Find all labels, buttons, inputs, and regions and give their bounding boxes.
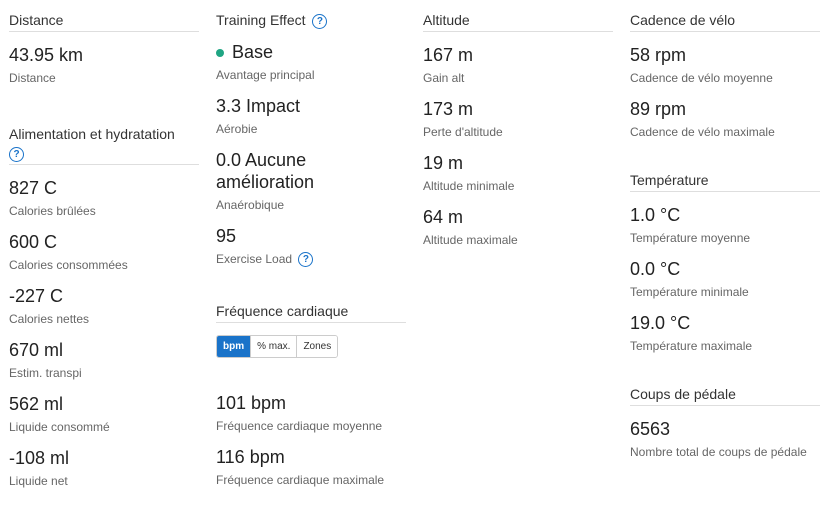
avg-cadence-value: 58 rpm (630, 45, 687, 65)
total-pedal-strokes-value: 6563 (630, 419, 671, 439)
column-1: Distance 43.95 km Distance Alimentation … (9, 0, 199, 489)
max-heart-rate-label: Fréquence cardiaque maximale (216, 473, 385, 488)
toggle-bpm[interactable]: bpm (217, 336, 251, 358)
min-altitude-value: 19 m (423, 153, 464, 173)
calories-burned-label: Calories brûlées (9, 203, 96, 218)
aerobic-value: 3.3 Impact (216, 96, 301, 116)
primary-benefit-text: Base (232, 42, 274, 62)
training-effect-title: Training Effect ? (216, 0, 406, 31)
distance-stat: 43.95 km Distance (9, 44, 199, 86)
net-fluid-value: -108 ml (9, 447, 70, 468)
min-temperature-label: Température minimale (630, 285, 749, 299)
min-temperature-stat: 0.0 °C Température minimale (630, 258, 820, 300)
elevation-gain-label: Gain alt (423, 71, 465, 85)
max-temperature-stat: 19.0 °C Température maximale (630, 312, 820, 354)
calories-consumed-label: Calories consommées (9, 257, 128, 272)
help-icon[interactable]: ? (312, 13, 328, 29)
help-icon[interactable]: ? (298, 252, 314, 268)
aerobic-label: Aérobie (216, 122, 258, 136)
heart-rate-unit-toggle: bpm % max. Zones (216, 335, 339, 359)
min-altitude-label: Altitude minimale (423, 179, 515, 193)
pedal-strokes-section-title: Coups de pédale (630, 374, 820, 406)
max-altitude-stat: 64 m Altitude maximale (423, 206, 613, 248)
avg-cadence-label: Cadence de vélo moyenne (630, 71, 773, 85)
max-altitude-label: Altitude maximale (423, 233, 518, 247)
exercise-load-stat: 95 Exercise Load ? (216, 225, 406, 268)
max-altitude-value: 64 m (423, 207, 464, 227)
exercise-load-value: 95 (216, 226, 237, 246)
max-cadence-label: Cadence de vélo maximale (630, 125, 775, 139)
distance-value: 43.95 km (9, 45, 84, 65)
max-heart-rate-stat: 116 bpm Fréquence cardiaque maximale (216, 446, 406, 488)
avg-cadence-stat: 58 rpm Cadence de vélo moyenne (630, 44, 820, 86)
fluid-consumed-stat: 562 ml Liquide consommé (9, 393, 199, 435)
net-calories-value: -227 C (9, 285, 64, 306)
column-3: Altitude 167 m Gain alt 173 m Perte d'al… (423, 0, 613, 248)
calories-consumed-stat: 600 C Calories consommées (9, 231, 199, 273)
exercise-load-label: Exercise Load ? (216, 251, 406, 268)
distance-section-title: Distance (9, 0, 199, 32)
avg-heart-rate-value: 101 bpm (216, 393, 287, 414)
fluid-consumed-value: 562 ml (9, 393, 64, 414)
max-cadence-value: 89 rpm (630, 99, 687, 119)
net-calories-label: Calories nettes (9, 311, 90, 326)
primary-benefit-label: Avantage principal (216, 68, 315, 82)
sweat-estimate-label: Estim. transpi (9, 365, 82, 380)
elevation-loss-label: Perte d'altitude (423, 125, 503, 139)
column-2: Training Effect ? Base Avantage principa… (216, 0, 406, 488)
cadence-section-title: Cadence de vélo (630, 0, 820, 32)
anaerobic-value: 0.0 Aucune amélioration (216, 150, 315, 192)
elevation-loss-value: 173 m (423, 99, 474, 119)
heart-rate-section-title: Fréquence cardiaque (216, 291, 406, 324)
aerobic-stat: 3.3 Impact Aérobie (216, 95, 406, 137)
net-fluid-stat: -108 ml Liquide net (9, 447, 199, 489)
total-pedal-strokes-stat: 6563 Nombre total de coups de pédale (630, 418, 820, 460)
max-temperature-label: Température maximale (630, 339, 753, 353)
sweat-estimate-stat: 670 ml Estim. transpi (9, 339, 199, 381)
nutrition-section-title: Alimentation et hydratation ? (9, 114, 199, 165)
max-heart-rate-value: 116 bpm (216, 447, 285, 468)
elevation-loss-stat: 173 m Perte d'altitude (423, 98, 613, 140)
status-dot (216, 49, 224, 58)
avg-temperature-stat: 1.0 °C Température moyenne (630, 204, 820, 246)
elevation-gain-stat: 167 m Gain alt (423, 44, 613, 86)
training-effect-title-text: Training Effect (216, 12, 306, 28)
min-altitude-stat: 19 m Altitude minimale (423, 152, 613, 194)
exercise-load-label-text: Exercise Load (216, 252, 293, 266)
calories-burned-stat: 827 C Calories brûlées (9, 177, 199, 219)
max-temperature-value: 19.0 °C (630, 313, 691, 333)
help-icon[interactable]: ? (9, 146, 24, 162)
column-4: Cadence de vélo 58 rpm Cadence de vélo m… (630, 0, 820, 460)
avg-heart-rate-label: Fréquence cardiaque moyenne (216, 419, 383, 434)
avg-temperature-value: 1.0 °C (630, 205, 681, 225)
max-cadence-stat: 89 rpm Cadence de vélo maximale (630, 98, 820, 140)
net-calories-stat: -227 C Calories nettes (9, 285, 199, 327)
total-pedal-strokes-label: Nombre total de coups de pédale (630, 445, 807, 459)
temperature-section-title: Température (630, 160, 820, 192)
primary-benefit-stat: Base Avantage principal (216, 41, 406, 83)
primary-benefit-value: Base (216, 41, 406, 63)
anaerobic-label: Anaérobique (216, 198, 285, 212)
anaerobic-stat: 0.0 Aucune amélioration Anaérobique (216, 149, 406, 213)
avg-temperature-label: Température moyenne (630, 231, 751, 245)
calories-burned-value: 827 C (9, 177, 58, 198)
altitude-section-title: Altitude (423, 0, 613, 32)
toggle-zones[interactable]: Zones (296, 336, 338, 358)
min-temperature-value: 0.0 °C (630, 259, 681, 279)
fluid-consumed-label: Liquide consommé (9, 419, 110, 434)
nutrition-title-text: Alimentation et hydratation (9, 126, 175, 142)
avg-heart-rate-stat: 101 bpm Fréquence cardiaque moyenne (216, 392, 406, 434)
calories-consumed-value: 600 C (9, 231, 58, 252)
net-fluid-label: Liquide net (9, 473, 68, 488)
distance-label: Distance (9, 71, 56, 85)
elevation-gain-value: 167 m (423, 45, 474, 65)
toggle-percent-max[interactable]: % max. (250, 336, 297, 358)
sweat-estimate-value: 670 ml (9, 339, 64, 360)
